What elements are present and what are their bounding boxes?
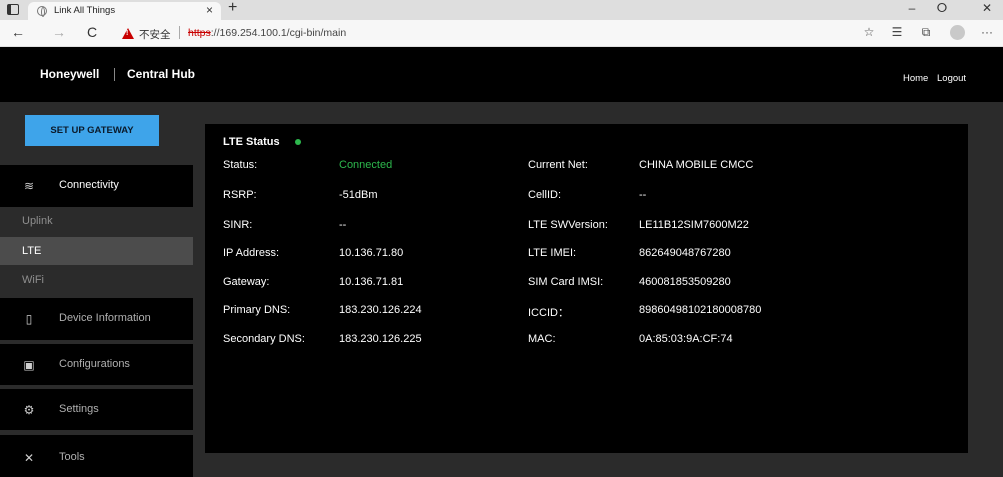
logout-link[interactable]: Logout	[937, 73, 966, 84]
sidebar-subitem-uplink[interactable]: Uplink	[0, 207, 193, 235]
sidebar-item-label: Device Information	[59, 312, 151, 324]
sidebar-subitem-lte[interactable]: LTE	[0, 237, 193, 265]
url-path: ://169.254.100.1/cgi-bin/main	[210, 27, 347, 39]
ip-address-value: 10.136.71.80	[339, 247, 404, 259]
favorites-icon[interactable]: ☰	[888, 25, 906, 39]
primary-dns-value: 183.230.126.224	[339, 304, 422, 316]
lte-status-panel: LTE Status Status: Connected RSRP: -51dB…	[205, 124, 968, 453]
current-net-label: Current Net:	[528, 159, 588, 171]
rsrp-value: -51dBm	[339, 189, 378, 201]
gear-icon: ⚙	[23, 403, 35, 417]
secondary-dns-label: Secondary DNS:	[223, 333, 305, 345]
read-aloud-icon[interactable]: ☆	[860, 25, 878, 39]
collections-icon[interactable]: ⧉	[917, 25, 935, 40]
tab-title: Link All Things	[54, 5, 116, 16]
iccid-value: 89860498102180008780	[639, 304, 762, 316]
mac-value: 0A:85:03:9A:CF:74	[639, 333, 733, 345]
url-scheme: https	[188, 27, 211, 39]
configurations-icon: ▣	[23, 358, 35, 372]
rsrp-label: RSRP:	[223, 189, 257, 201]
browser-tabstrip: Link All Things × + – ⵔ ✕	[0, 0, 1003, 20]
sidebar-subitem-label: Uplink	[22, 215, 53, 227]
sidebar-item-label: Configurations	[59, 358, 130, 370]
sidebar-item-label: Settings	[59, 403, 99, 415]
sidebar-subitem-label: WiFi	[22, 274, 44, 286]
profile-avatar[interactable]	[950, 25, 965, 40]
wifi-icon: ≋	[23, 179, 35, 193]
status-value: Connected	[339, 159, 393, 171]
back-button[interactable]: ←	[11, 24, 25, 40]
gateway-value: 10.136.71.81	[339, 276, 404, 288]
address-divider	[179, 26, 180, 39]
iccid-label: ICCID：	[528, 307, 569, 319]
brand-logo: Honeywell	[40, 67, 100, 81]
sidebar-item-settings[interactable]: ⚙ Settings	[0, 389, 193, 430]
lte-imei-label: LTE IMEI:	[528, 247, 577, 259]
sidebar-subitem-wifi[interactable]: WiFi	[0, 266, 193, 294]
lte-swversion-label: LTE SWVersion:	[528, 219, 608, 231]
cellid-value: --	[639, 189, 647, 201]
lte-swversion-value: LE11B12SIM7600M22	[639, 219, 749, 231]
sidebar-item-tools[interactable]: ✕ Tools	[0, 435, 193, 477]
more-menu-icon[interactable]: ···	[978, 25, 996, 39]
sinr-label: SINR:	[223, 219, 253, 231]
sidebar-item-connectivity[interactable]: ≋ Connectivity	[0, 165, 193, 207]
lte-imei-value: 862649048767280	[639, 247, 731, 259]
mac-label: MAC:	[528, 333, 556, 345]
new-tab-button[interactable]: +	[228, 0, 237, 17]
current-net-value: CHINA MOBILE CMCC	[639, 159, 754, 171]
secondary-dns-value: 183.230.126.225	[339, 333, 422, 345]
gateway-label: Gateway:	[223, 276, 270, 288]
reload-button[interactable]: C	[87, 24, 97, 40]
window-menu-icon[interactable]	[7, 4, 19, 15]
sidebar-item-label: Tools	[59, 451, 85, 463]
status-label: Status:	[223, 159, 258, 171]
panel-title: LTE Status	[223, 136, 280, 148]
globe-icon	[37, 6, 47, 17]
sidebar-item-label: Connectivity	[59, 179, 119, 191]
home-link[interactable]: Home	[903, 73, 928, 84]
primary-dns-label: Primary DNS:	[223, 304, 291, 316]
set-up-gateway-button[interactable]: SET UP GATEWAY	[25, 115, 159, 146]
url-field[interactable]: https://169.254.100.1/cgi-bin/main	[188, 27, 346, 39]
security-label[interactable]: 不安全	[139, 27, 171, 42]
ip-address-label: IP Address:	[223, 247, 280, 259]
cellid-label: CellID:	[528, 189, 562, 201]
product-name: Central Hub	[127, 67, 196, 81]
sim-imsi-label: SIM Card IMSI:	[528, 276, 604, 288]
minimize-button[interactable]: –	[900, 1, 924, 15]
sim-imsi-value: 460081853509280	[639, 276, 731, 288]
device-icon: ▯	[25, 312, 33, 326]
sinr-value: --	[339, 219, 347, 231]
tab-close-icon[interactable]: ×	[206, 3, 213, 17]
app-header: Honeywell Central Hub Home Logout	[0, 47, 1003, 102]
brand-divider	[114, 68, 115, 81]
status-indicator-icon	[295, 139, 301, 145]
warning-icon[interactable]	[122, 28, 134, 39]
address-bar-row: ← → C 不安全 https://169.254.100.1/cgi-bin/…	[0, 20, 1003, 47]
close-window-button[interactable]: ✕	[975, 1, 999, 15]
restore-button[interactable]: ⵔ	[930, 1, 954, 15]
sidebar-subitem-label: LTE	[22, 245, 42, 257]
sidebar-item-configurations[interactable]: ▣ Configurations	[0, 344, 193, 385]
forward-button[interactable]: →	[52, 24, 66, 40]
tools-icon: ✕	[23, 451, 35, 465]
browser-tab[interactable]: Link All Things ×	[28, 2, 221, 20]
sidebar-item-device-information[interactable]: ▯ Device Information	[0, 298, 193, 340]
